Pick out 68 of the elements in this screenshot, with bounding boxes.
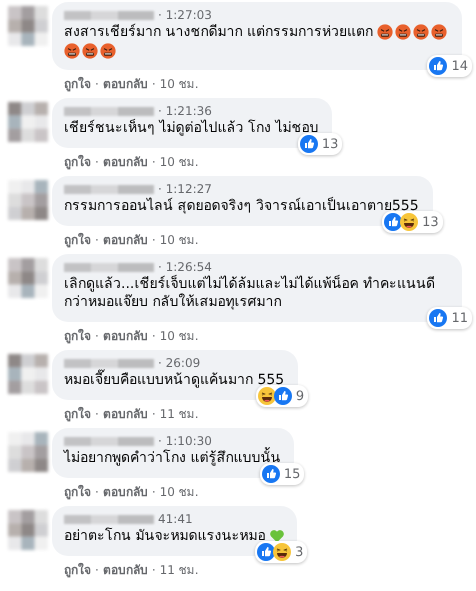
comment-age: 10 ชม. [160,77,199,92]
comment-time[interactable]: · 1:27:03 [158,8,212,23]
reaction-summary[interactable]: 13 [298,133,342,155]
separator-dot: · [95,407,99,422]
comment-text: สงสารเชียร์มาก นางชกดีมาก แต่กรรมการห่วยแตก [64,23,373,41]
separator-dot: · [95,233,99,248]
action-link[interactable]: ตอบกลับ [102,563,148,578]
heart-icon [269,528,286,544]
action-link[interactable]: ตอบกลับ [102,77,148,92]
separator-dot: · [152,563,156,578]
comment-time[interactable]: 41:41 [158,512,193,527]
angry-face-icon [412,24,429,40]
action-link[interactable]: ถูกใจ [64,155,91,170]
reaction-summary[interactable]: 11 [427,307,472,329]
thumbs-up-icon [257,543,276,561]
thumbs-up-icon [300,135,318,153]
angry-face-icon [430,24,447,40]
comment-time[interactable]: · 1:26:54 [158,260,212,275]
separator-dot: · [152,485,156,500]
angry-face-icon [100,43,116,59]
reaction-summary[interactable]: 3 [255,541,308,563]
angry-face-icon [394,24,411,40]
action-link[interactable]: ตอบกลับ [102,485,148,500]
action-link[interactable]: ตอบกลับ [102,233,148,248]
action-link[interactable]: ถูกใจ [64,563,91,578]
laughing-face-icon [273,543,292,561]
comment-age: 10 ชม. [160,155,199,170]
separator-dot: · [95,329,99,344]
separator-dot: · [152,407,156,422]
angry-face-icon [64,43,80,59]
separator-dot: · [152,77,156,92]
comment-age: 10 ชม. [160,233,199,248]
comment-time[interactable]: · 26:09 [158,356,200,371]
comment-time[interactable]: · 1:10:30 [158,434,212,449]
action-link[interactable]: ตอบกลับ [102,155,148,170]
reaction-summary[interactable]: 13 [382,211,443,233]
separator-dot: · [95,77,99,92]
thumbs-up-icon [429,57,448,75]
action-link[interactable]: ถูกใจ [64,233,91,248]
separator-dot: · [95,563,99,578]
reaction-summary[interactable]: 15 [260,463,304,485]
thumbs-up-icon [274,387,292,405]
separator-dot: · [152,233,156,248]
comment-time[interactable]: · 1:21:36 [158,104,212,119]
thumbs-up-icon [384,213,402,231]
comment-age: 10 ชม. [160,485,199,500]
action-link[interactable]: ถูกใจ [64,407,91,422]
action-link[interactable]: ตอบกลับ [102,329,148,344]
separator-dot: · [152,155,156,170]
angry-face-icon [376,24,393,40]
comment-time[interactable]: · 1:12:27 [158,182,212,197]
comment-age: 11 ชม. [160,407,199,422]
reaction-summary[interactable]: 9 [256,385,308,407]
separator-dot: · [95,155,99,170]
angry-face-icon [82,43,98,59]
laughing-face-icon [400,213,418,231]
comment-age: 11 ชม. [160,563,199,578]
separator-dot: · [152,329,156,344]
action-link[interactable]: ถูกใจ [64,329,91,344]
action-link[interactable]: ถูกใจ [64,77,91,92]
thumbs-up-icon [262,465,280,483]
comment-age: 10 ชม. [160,329,199,344]
separator-dot: · [95,485,99,500]
laughing-face-icon [258,387,276,405]
action-link[interactable]: ตอบกลับ [102,407,148,422]
reaction-summary[interactable]: 14 [427,55,472,77]
thumbs-up-icon [429,309,448,327]
action-link[interactable]: ถูกใจ [64,485,91,500]
